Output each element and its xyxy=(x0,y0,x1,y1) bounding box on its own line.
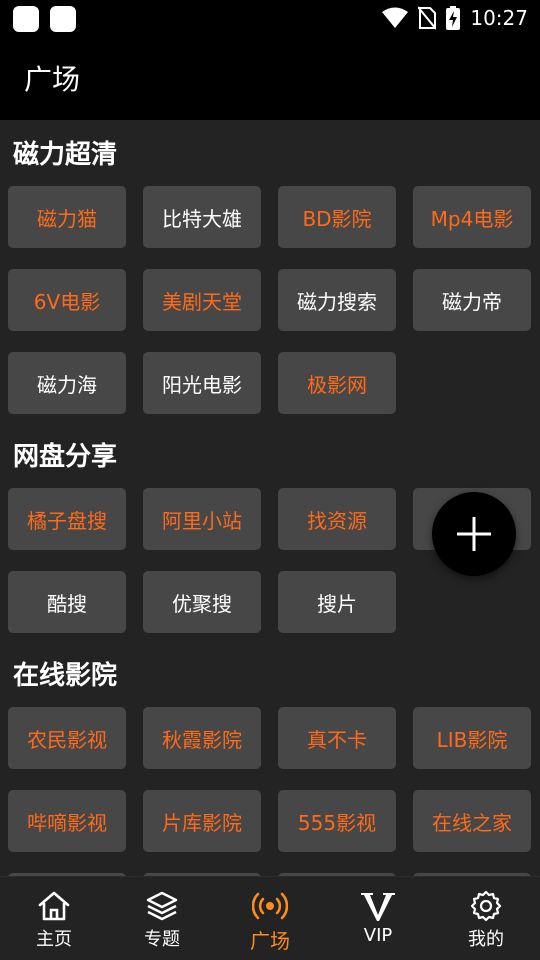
nav-label: 我的 xyxy=(468,929,504,950)
site-tile[interactable]: 片库影院 xyxy=(143,790,261,852)
status-bar: 10:27 xyxy=(0,0,540,36)
site-tile[interactable]: 找资源 xyxy=(278,488,396,550)
layers-icon xyxy=(146,889,178,923)
site-tile[interactable]: 在线之家 xyxy=(413,790,531,852)
site-tile-label: 秋霞影院 xyxy=(162,727,242,752)
app-bar: 广场 xyxy=(0,36,540,120)
site-tile-label: 阳光电影 xyxy=(162,372,242,397)
site-tile-label: 在线之家 xyxy=(432,810,512,835)
site-tile[interactable]: 磁力海 xyxy=(8,352,126,414)
site-tile-label: 橘子盘搜 xyxy=(27,508,107,533)
page-title: 广场 xyxy=(24,63,81,96)
home-icon xyxy=(37,889,71,923)
nav-item-mine[interactable]: 我的 xyxy=(432,877,540,960)
site-tile[interactable]: 酷搜 xyxy=(8,571,126,633)
site-tile[interactable]: 磁力猫 xyxy=(8,186,126,248)
status-time: 10:27 xyxy=(470,6,528,30)
site-tile-label: LIB影院 xyxy=(436,727,508,752)
site-tile[interactable]: 磁力搜索 xyxy=(278,269,396,331)
site-tile[interactable]: 磁力帝 xyxy=(413,269,531,331)
site-tile-label: 片库影院 xyxy=(162,810,242,835)
nav-item-home[interactable]: 主页 xyxy=(0,877,108,960)
plus-icon xyxy=(457,517,491,551)
site-tile-label: 优聚搜 xyxy=(172,591,232,616)
site-tile-label: 农民影视 xyxy=(27,727,107,752)
site-tile-label: 哔嘀影视 xyxy=(27,810,107,835)
site-tile[interactable]: 优聚搜 xyxy=(143,571,261,633)
bottom-nav: 主页 专题 广场 VIP 我的 xyxy=(0,876,540,960)
wifi-icon xyxy=(382,7,409,28)
site-tile[interactable]: 极影网 xyxy=(278,352,396,414)
nav-label: VIP xyxy=(363,925,393,946)
nav-item-vip[interactable]: VIP xyxy=(324,877,432,960)
site-tile-label: 磁力搜索 xyxy=(297,289,377,314)
site-tile-label: 找资源 xyxy=(307,508,367,533)
site-tile[interactable]: 阳光电影 xyxy=(143,352,261,414)
nav-label: 主页 xyxy=(36,929,72,950)
site-tile-label: 磁力海 xyxy=(37,372,97,397)
site-tile-label: 极影网 xyxy=(307,372,367,397)
site-tile[interactable]: 阿里小站 xyxy=(143,488,261,550)
site-tile[interactable]: 6V电影 xyxy=(8,269,126,331)
battery-charging-icon xyxy=(446,6,461,30)
site-tile-label: 酷搜 xyxy=(47,591,87,616)
section-title: 在线影院 xyxy=(13,661,118,691)
site-tile-label: 555影视 xyxy=(297,810,377,835)
add-button[interactable] xyxy=(432,492,516,576)
notification-icon xyxy=(13,6,39,32)
site-tile-label: 阿里小站 xyxy=(162,508,242,533)
vip-icon xyxy=(360,889,396,923)
site-tile[interactable]: 橘子盘搜 xyxy=(8,488,126,550)
gear-icon xyxy=(470,889,502,923)
site-tile-label: 比特大雄 xyxy=(162,206,242,231)
site-tile[interactable]: 农民影视 xyxy=(8,707,126,769)
site-tile[interactable]: BD影院 xyxy=(278,186,396,248)
section-title: 磁力超清 xyxy=(13,140,118,170)
no-sim-icon xyxy=(418,6,437,30)
site-tile-label: 6V电影 xyxy=(33,289,101,314)
site-tile[interactable]: 哔嘀影视 xyxy=(8,790,126,852)
nav-item-topics[interactable]: 专题 xyxy=(108,877,216,960)
site-tile-label: 真不卡 xyxy=(307,727,367,752)
site-tile[interactable]: Mp4电影 xyxy=(413,186,531,248)
site-tile[interactable]: 比特大雄 xyxy=(143,186,261,248)
site-tile-label: 美剧天堂 xyxy=(162,289,242,314)
site-tile-label: Mp4电影 xyxy=(430,206,514,231)
site-tile[interactable]: LIB影院 xyxy=(413,707,531,769)
site-tile[interactable]: 555影视 xyxy=(278,790,396,852)
nav-item-square[interactable]: 广场 xyxy=(216,877,324,960)
site-tile[interactable]: 搜片 xyxy=(278,571,396,633)
site-tile[interactable]: 真不卡 xyxy=(278,707,396,769)
nav-label: 广场 xyxy=(250,929,290,953)
notification-icon xyxy=(50,6,76,32)
section-title: 网盘分享 xyxy=(13,442,118,472)
site-tile-label: 磁力帝 xyxy=(442,289,502,314)
site-tile[interactable]: 秋霞影院 xyxy=(143,707,261,769)
site-tile-label: 搜片 xyxy=(317,591,357,616)
site-tile-label: 磁力猫 xyxy=(37,206,97,231)
broadcast-icon xyxy=(252,889,288,923)
nav-label: 专题 xyxy=(144,929,180,950)
site-tile-label: BD影院 xyxy=(302,206,372,231)
site-tile[interactable]: 美剧天堂 xyxy=(143,269,261,331)
